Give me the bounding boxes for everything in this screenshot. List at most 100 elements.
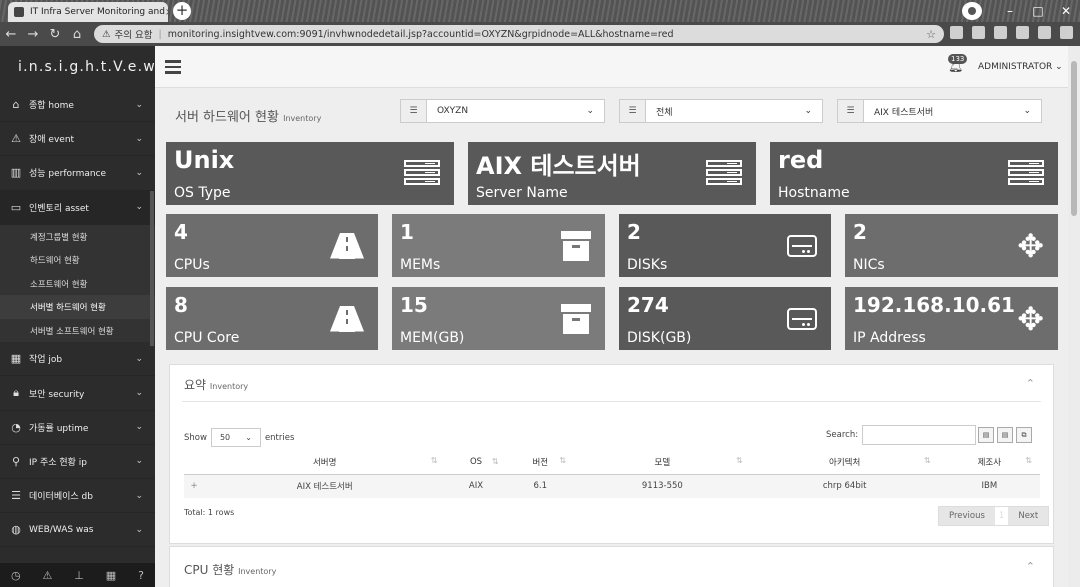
group-select[interactable]: ☰ 전체 ⌄ [619, 99, 823, 123]
browser-toolbar: ← → ↻ ⌂ ⚠ 주의 요함 | monitoring.insightvew.… [0, 22, 1080, 46]
sidebar-item-label: 인벤토리 asset [29, 203, 89, 214]
hdd-icon [787, 234, 817, 257]
pin-icon: ⚲ [11, 454, 21, 468]
more-menu-icon[interactable] [1060, 26, 1073, 39]
separator: | [158, 28, 162, 40]
new-tab-button[interactable]: + [173, 2, 191, 20]
sidebar-item-event[interactable]: ⚠ 장애 event ⌄ [0, 122, 155, 157]
column-header-version[interactable]: 버전 ⇅ [506, 451, 575, 475]
submenu-server-hardware[interactable]: 서버별 하드웨어 현황 [0, 295, 155, 319]
reload-icon[interactable]: ↻ [44, 27, 66, 42]
alert-icon[interactable]: ⚠ [42, 569, 52, 582]
window-controls: – □ ✕ [996, 0, 1080, 22]
chevron-down-icon: ⌄ [804, 106, 812, 116]
card-label: OS Type [174, 185, 231, 201]
user-menu[interactable]: ADMINISTRATOR ⌄ [978, 62, 1063, 72]
sidebar-item-job[interactable]: ▦ 작업 job ⌄ [0, 342, 155, 377]
tab-close-icon[interactable]: × [165, 7, 168, 18]
extension-icon[interactable] [972, 26, 985, 39]
sidebar-item-home[interactable]: ⌂ 종합 home ⌄ [0, 88, 155, 123]
next-button[interactable]: Next [1008, 507, 1048, 525]
record-icon[interactable] [962, 2, 982, 20]
list-icon: ☰ [620, 100, 646, 122]
column-header-os[interactable]: OS ⇅ [445, 451, 507, 475]
sort-icon: ⇅ [735, 456, 743, 466]
sidebar-item-uptime[interactable]: ◔ 가동률 uptime ⌄ [0, 411, 155, 445]
column-header-vendor[interactable]: 제조사 ⇅ [938, 451, 1040, 475]
chevron-down-icon: ⌄ [135, 388, 143, 399]
submenu-software[interactable]: 소프트웨어 현황 [0, 272, 155, 296]
entries-select[interactable]: 50 ⌄ [210, 428, 261, 447]
card-value: AIX 테스트서버 [476, 152, 641, 180]
forward-icon[interactable]: → [22, 27, 44, 42]
export-excel-button[interactable]: ▤ [997, 427, 1013, 443]
brand-name: i.n.s.i.g.h.t.V.e.w [18, 59, 156, 75]
card-label: DISK(GB) [627, 330, 692, 346]
sidebar-item-label: 데이터베이스 db [29, 492, 93, 503]
back-icon[interactable]: ← [0, 27, 22, 42]
sidebar-item-security[interactable]: 🔒︎ 보안 security ⌄ [0, 376, 155, 411]
sidebar-item-db[interactable]: ☰ 데이터베이스 db ⌄ [0, 479, 155, 514]
card-value: red [778, 146, 824, 174]
chevron-up-icon[interactable]: ⌃ [1026, 377, 1035, 390]
extension-icon[interactable] [994, 26, 1007, 39]
group-select-value: 전체 [656, 107, 673, 118]
mem-gb-card: 15 MEM(GB) [392, 287, 605, 350]
submenu-hardware[interactable]: 하드웨어 현황 [0, 248, 155, 272]
column-header-model[interactable]: 모델 ⇅ [574, 451, 751, 475]
card-label: Hostname [778, 185, 850, 201]
scrollbar-thumb[interactable] [1071, 61, 1077, 216]
copy-button[interactable]: ⧉ [1016, 427, 1032, 443]
arrows-move-icon: ✥ [1017, 226, 1044, 265]
cell-architecture: chrp 64bit [750, 474, 939, 498]
profile-icon[interactable] [1038, 26, 1051, 39]
page-scrollbar[interactable] [1068, 46, 1080, 587]
server-name-card: AIX 테스트서버 Server Name [468, 142, 756, 205]
page-title-text: 서버 하드웨어 현황 [175, 110, 279, 125]
bell-icon[interactable]: 🔔︎ [948, 59, 963, 73]
sidebar-scrollbar[interactable] [150, 191, 154, 346]
submenu-server-software[interactable]: 서버별 소프트웨어 현황 [0, 319, 155, 343]
home-browser-icon[interactable]: ⌂ [66, 27, 88, 42]
brand[interactable]: i.n.s.i.g.h.t.V.e.w [0, 46, 155, 88]
grid-icon[interactable]: ▦ [106, 569, 116, 582]
account-select[interactable]: ☰ OXYZN ⌄ [400, 99, 605, 123]
sort-icon: ⇅ [923, 456, 931, 466]
clock-icon[interactable]: ◷ [11, 569, 21, 582]
column-header-architecture[interactable]: 아키텍처 ⇅ [750, 451, 939, 475]
sidebar-item-performance[interactable]: ▥ 성능 performance ⌄ [0, 156, 155, 191]
bookmark-star-icon[interactable]: ☆ [926, 28, 936, 41]
maximize-button[interactable]: □ [1024, 4, 1052, 18]
sidebar-item-asset[interactable]: ▭ 인벤토리 asset ⌄ [0, 190, 155, 225]
cpu-core-card: 8 CPU Core [166, 287, 378, 350]
previous-button[interactable]: Previous [939, 507, 995, 525]
export-csv-button[interactable]: ▤ [978, 427, 994, 443]
sitemap-icon[interactable]: ⊥ [74, 569, 84, 582]
chevron-down-icon: ⌄ [245, 433, 252, 442]
chevron-up-icon[interactable]: ⌃ [1026, 560, 1035, 573]
puzzle-icon[interactable] [1016, 26, 1029, 39]
minimize-button[interactable]: – [996, 4, 1024, 18]
sidebar-item-ip[interactable]: ⚲ IP 주소 현황 ip ⌄ [0, 445, 155, 479]
expand-row-icon[interactable]: + [184, 474, 204, 498]
page-button[interactable]: 1 [994, 507, 1009, 525]
close-window-button[interactable]: ✕ [1052, 4, 1080, 18]
desktop-icon: ▭ [10, 200, 22, 214]
chevron-down-icon: ⌄ [135, 202, 143, 213]
extension-icon[interactable] [950, 26, 963, 39]
menu-toggle-icon[interactable] [165, 60, 181, 74]
address-bar[interactable]: ⚠ 주의 요함 | monitoring.insightvew.com:9091… [94, 25, 944, 43]
search-input[interactable] [862, 425, 977, 445]
table-row[interactable]: + AIX 테스트서버 AIX 6.1 9113-550 chrp 64bit … [184, 474, 1040, 498]
search-control: Search: [826, 425, 977, 445]
browser-tab[interactable]: IT Infra Server Monitoring and × [8, 2, 168, 22]
card-value: 1 [400, 220, 414, 244]
help-icon[interactable]: ? [138, 569, 144, 582]
sidebar-item-was[interactable]: ◍ WEB/WAS was ⌄ [0, 513, 155, 548]
server-select[interactable]: ☰ AIX 테스트서버 ⌄ [837, 99, 1042, 123]
submenu-account-group[interactable]: 계정그룹별 현황 [0, 225, 155, 249]
card-label: DISKs [627, 257, 668, 273]
arrows-move-icon: ✥ [1017, 299, 1044, 338]
column-header-server-name[interactable]: 서버명 ⇅ [204, 451, 446, 475]
hdd-icon [787, 307, 817, 330]
